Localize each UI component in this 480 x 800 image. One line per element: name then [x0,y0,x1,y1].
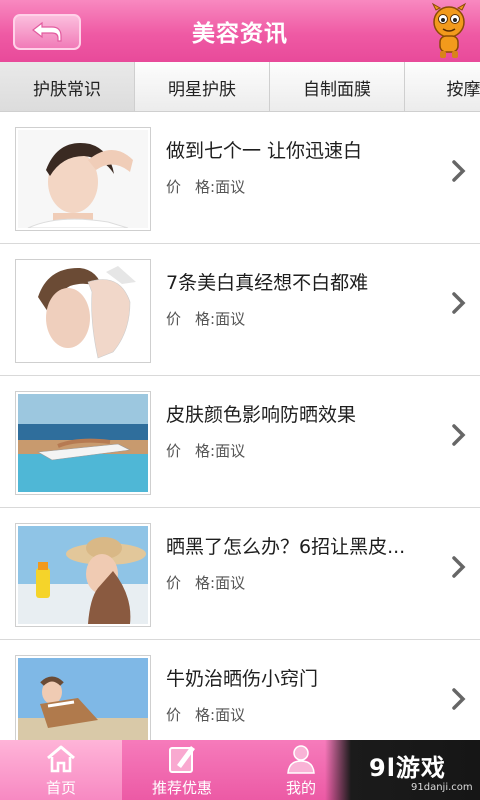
page-title: 美容资讯 [192,21,288,47]
list-item[interactable]: 晒黑了怎么办？6招让黑皮... 价格:面议 [0,508,480,640]
nav-mine-label: 我的 [285,779,316,797]
article-title: 7条美白真经想不白都难 [166,272,369,294]
tab-massage[interactable]: 按摩手 [405,62,480,111]
watermark-logo: 9l游戏 91danji.com [325,740,480,800]
article-thumbnail [15,655,151,740]
recommend-icon [169,746,195,773]
list-item[interactable]: 牛奶治晒伤小窍门 价格:面议 [0,640,480,740]
list-item[interactable]: 皮肤颜色影响防晒效果 价格:面议 [0,376,480,508]
nav-home[interactable]: 首页 [0,740,122,800]
article-thumbnail [15,259,151,363]
article-title: 皮肤颜色影响防晒效果 [166,404,357,426]
home-icon [47,745,75,773]
article-title: 做到七个一 让你迅速白 [166,140,363,162]
watermark-url-text: 91danji.com [411,782,473,793]
nav-home-label: 首页 [45,779,76,797]
price-value: 格:面议 [195,310,246,328]
price-label: 价 [166,442,182,460]
article-title: 牛奶治晒伤小窍门 [166,668,319,690]
chevron-right-icon [452,160,466,182]
chevron-right-icon [452,292,466,314]
chevron-right-icon [452,688,466,710]
tab-celebrity-skincare[interactable]: 明星护肤 [135,62,270,111]
price-value: 格:面议 [195,574,246,592]
article-price: 价格:面议 [166,176,245,197]
price-value: 格:面议 [195,442,246,460]
title-bar: 美容资讯 [0,0,480,62]
article-price: 价格:面议 [166,572,245,593]
mascot-icon[interactable] [426,2,472,60]
article-price: 价格:面议 [166,440,245,461]
price-value: 格:面议 [195,706,246,724]
article-thumbnail [15,127,151,231]
price-label: 价 [166,310,182,328]
tab-skincare-basics[interactable]: 护肤常识 [0,62,135,111]
category-tabs: 护肤常识 明星护肤 自制面膜 按摩手 [0,62,480,112]
price-label: 价 [166,178,182,196]
nav-recommend[interactable]: 推荐优惠 [122,740,242,800]
article-price: 价格:面议 [166,704,245,725]
price-label: 价 [166,706,182,724]
article-title: 晒黑了怎么办？6招让黑皮... [166,536,406,558]
list-item[interactable]: 做到七个一 让你迅速白 价格:面议 [0,112,480,244]
nav-recommend-label: 推荐优惠 [151,779,212,797]
chevron-right-icon [452,556,466,578]
article-list: 做到七个一 让你迅速白 价格:面议 7条美白真经想不白都难 价格:面议 皮肤颜色… [0,112,480,740]
article-thumbnail [15,391,151,495]
tab-diy-mask[interactable]: 自制面膜 [270,62,405,111]
price-value: 格:面议 [195,178,246,196]
list-item[interactable]: 7条美白真经想不白都难 价格:面议 [0,244,480,376]
article-thumbnail [15,523,151,627]
price-label: 价 [166,574,182,592]
watermark-main-text: 9l游戏 [369,754,446,782]
user-icon [287,745,315,774]
app-screen: 美容资讯 护肤常识 明星护肤 自制面膜 按摩手 [0,0,480,800]
article-price: 价格:面议 [166,308,245,329]
chevron-right-icon [452,424,466,446]
